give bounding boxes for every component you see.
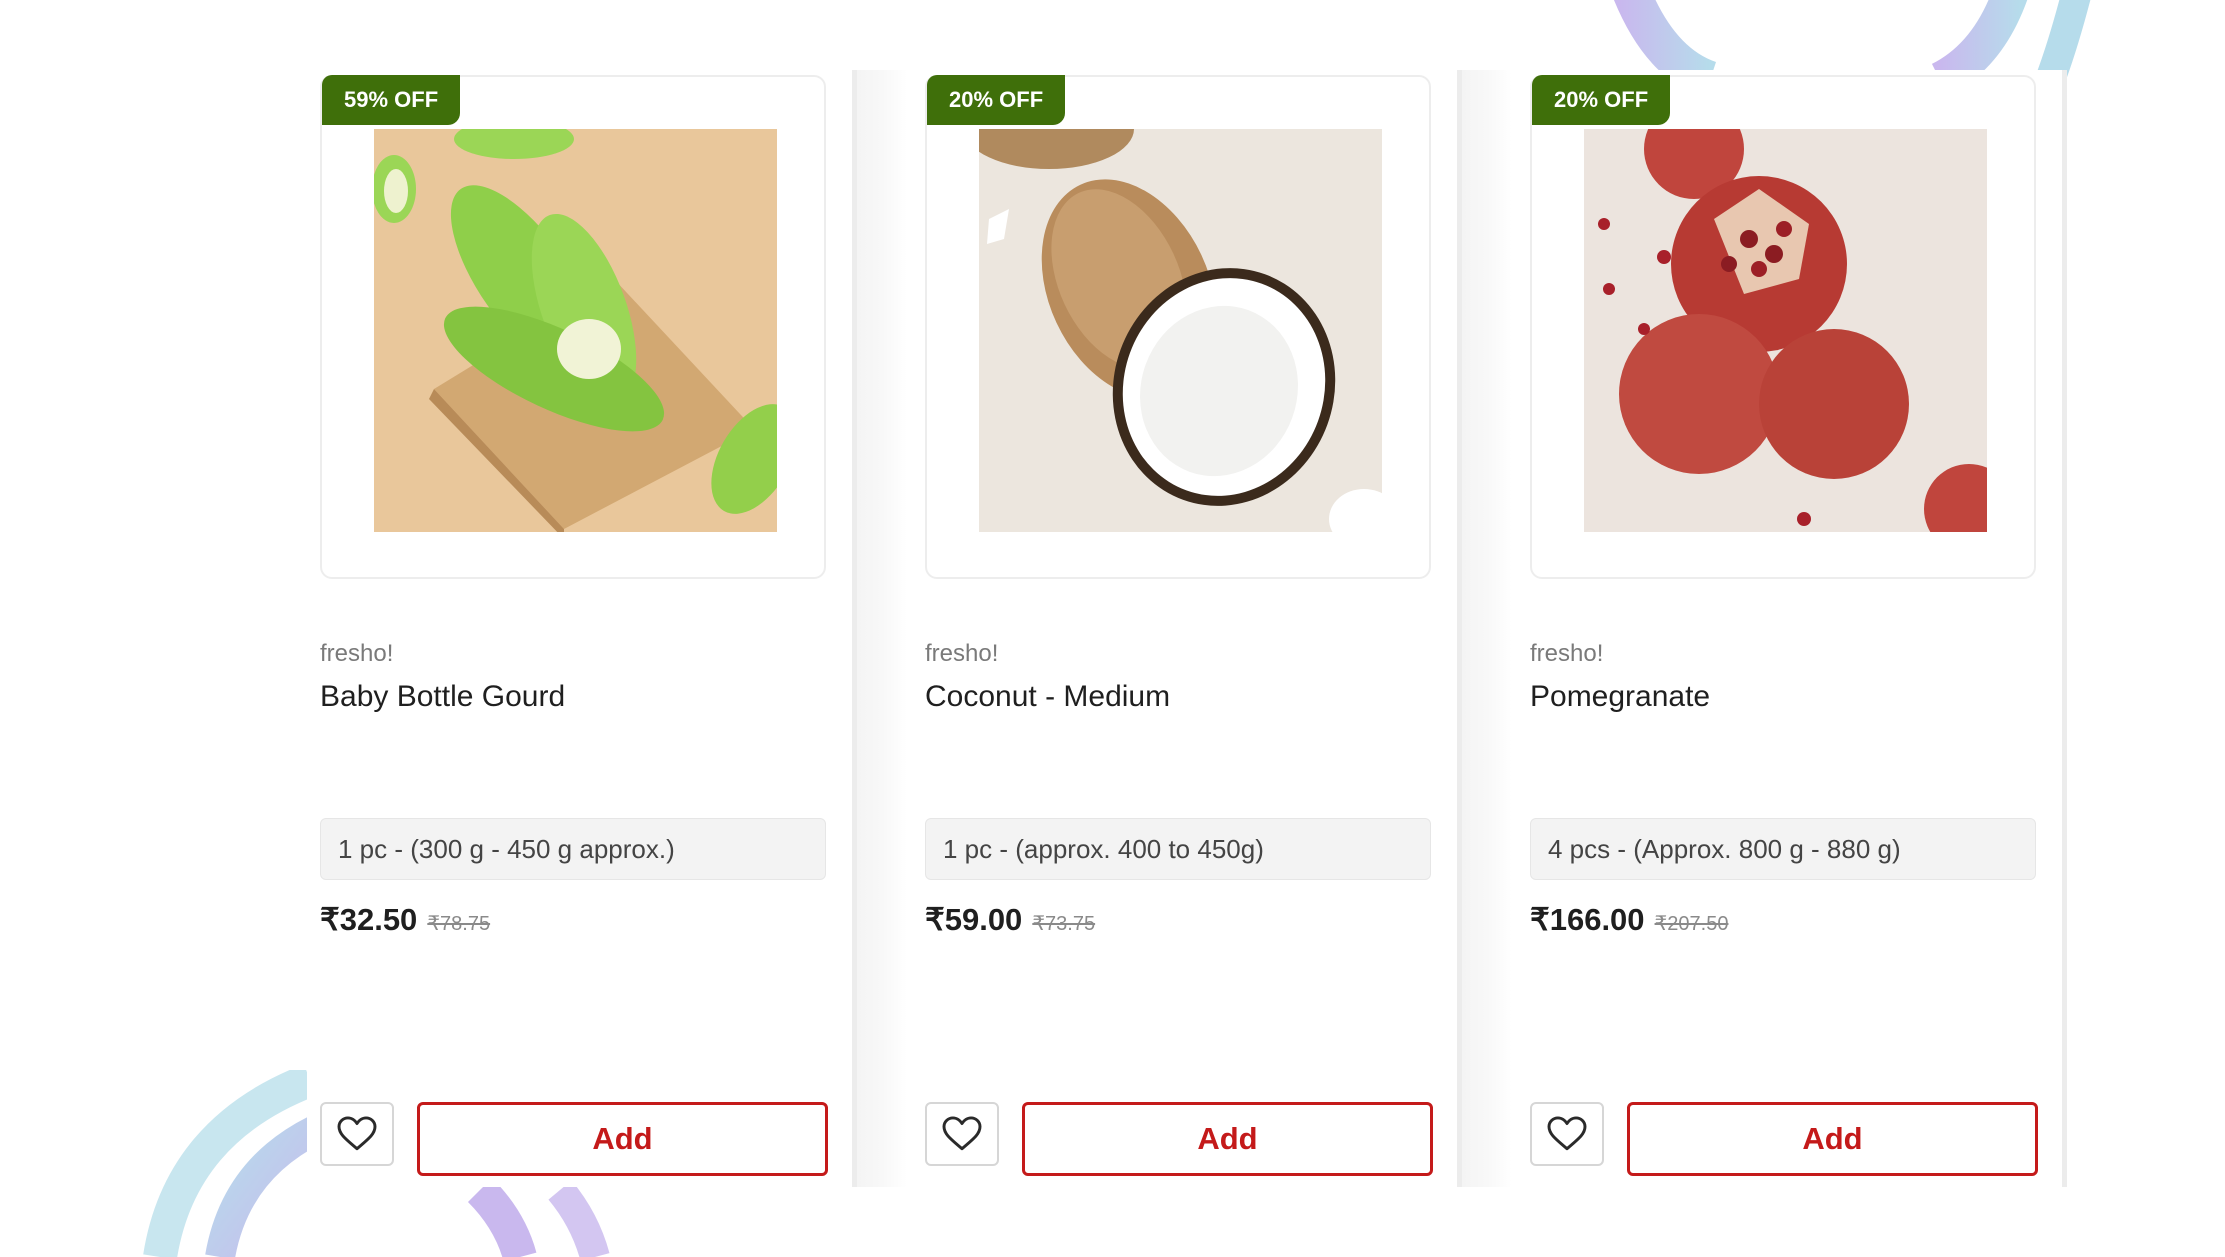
discount-badge: 20% OFF <box>1532 75 1671 125</box>
product-card[interactable]: 59% OFF fresho! Baby Bottle Gourd 1 pc -… <box>307 70 852 1187</box>
card-divider <box>852 70 907 1187</box>
product-name[interactable]: Pomegranate <box>1530 680 1710 714</box>
add-button[interactable]: Add <box>1627 1102 2038 1176</box>
wishlist-button[interactable] <box>320 1102 394 1166</box>
decorative-arcs-top <box>1614 0 2091 80</box>
sale-price: ₹59.00 <box>925 902 1023 937</box>
card-divider <box>1457 70 1512 1187</box>
price-row: ₹59.00 ₹73.75 <box>925 902 1095 942</box>
product-strip: 59% OFF fresho! Baby Bottle Gourd 1 pc -… <box>307 70 2067 1187</box>
price-row: ₹166.00 ₹207.50 <box>1530 902 1728 942</box>
product-image-box[interactable] <box>320 75 826 579</box>
price-row: ₹32.50 ₹78.75 <box>320 902 490 942</box>
product-brand: fresho! <box>320 640 394 667</box>
original-price: ₹73.75 <box>1032 913 1096 935</box>
discount-badge: 59% OFF <box>322 75 461 125</box>
bottle-gourd-image[interactable] <box>374 129 777 532</box>
sale-price: ₹32.50 <box>320 902 418 937</box>
product-name[interactable]: Coconut - Medium <box>925 680 1170 714</box>
product-brand: fresho! <box>925 640 999 667</box>
product-image-box[interactable] <box>1530 75 2036 579</box>
product-image-box[interactable] <box>925 75 1431 579</box>
product-card[interactable]: 20% OFF fresho! Pomegranate 4 pcs - (App… <box>1517 70 2062 1187</box>
pack-size-selector[interactable]: 4 pcs - (Approx. 800 g - 880 g) <box>1530 818 2036 880</box>
pack-size-selector[interactable]: 1 pc - (300 g - 450 g approx.) <box>320 818 826 880</box>
discount-badge: 20% OFF <box>927 75 1066 125</box>
wishlist-button[interactable] <box>925 1102 999 1166</box>
sale-price: ₹166.00 <box>1530 902 1645 937</box>
page-stage: 59% OFF fresho! Baby Bottle Gourd 1 pc -… <box>0 0 2225 1257</box>
pack-size-selector[interactable]: 1 pc - (approx. 400 to 450g) <box>925 818 1431 880</box>
coconut-image[interactable] <box>979 129 1382 532</box>
heart-outline-icon <box>337 1116 377 1151</box>
heart-outline-icon <box>942 1116 982 1151</box>
wishlist-button[interactable] <box>1530 1102 1604 1166</box>
product-brand: fresho! <box>1530 640 1604 667</box>
product-card[interactable]: 20% OFF fresho! Coconut - Medium 1 pc - … <box>912 70 1457 1187</box>
add-button[interactable]: Add <box>1022 1102 1433 1176</box>
add-button[interactable]: Add <box>417 1102 828 1176</box>
pomegranate-image[interactable] <box>1584 129 1987 532</box>
original-price: ₹78.75 <box>427 913 491 935</box>
heart-outline-icon <box>1547 1116 1587 1151</box>
product-name[interactable]: Baby Bottle Gourd <box>320 680 565 714</box>
card-divider <box>2062 70 2067 1187</box>
original-price: ₹207.50 <box>1654 913 1729 935</box>
